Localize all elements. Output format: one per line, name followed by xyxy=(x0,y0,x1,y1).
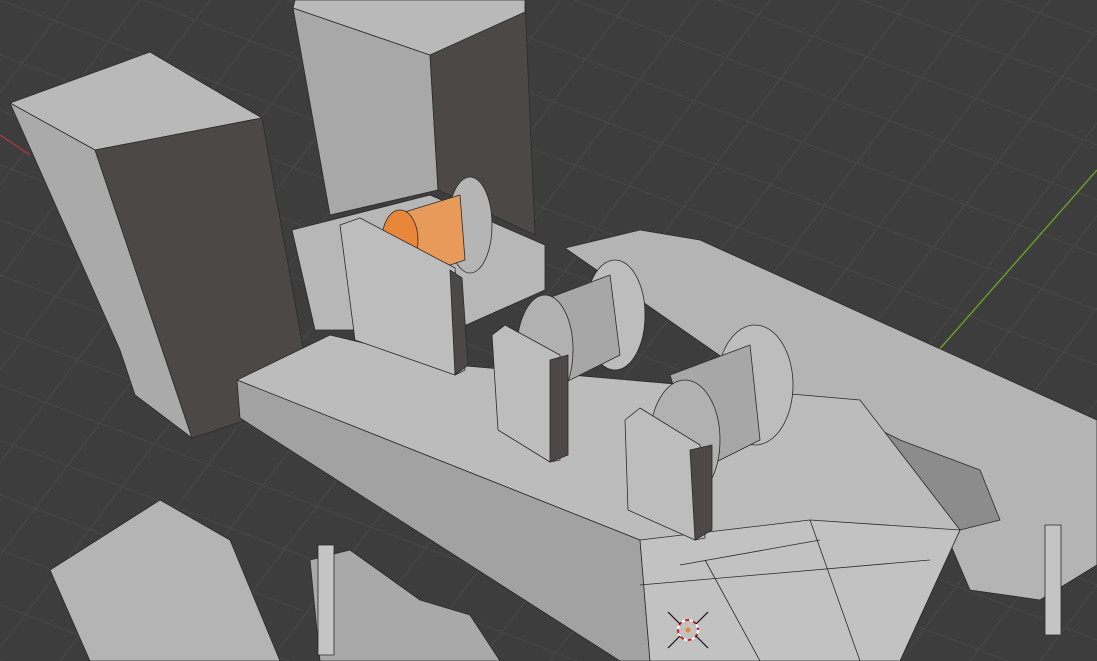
piston-right[interactable] xyxy=(1044,524,1062,636)
y-axis-line xyxy=(929,169,1097,361)
piston-left[interactable] xyxy=(317,544,335,656)
viewport-canvas[interactable] xyxy=(0,0,1097,661)
grid-line xyxy=(1005,0,1097,36)
model[interactable] xyxy=(9,0,1097,661)
grid-line xyxy=(574,0,1097,201)
pedestal-middle-side[interactable] xyxy=(549,354,569,463)
3d-viewport[interactable] xyxy=(0,0,1097,661)
lower-left-arm[interactable] xyxy=(49,499,281,661)
lower-mechanism[interactable] xyxy=(309,549,501,661)
grid-line xyxy=(718,0,1097,146)
